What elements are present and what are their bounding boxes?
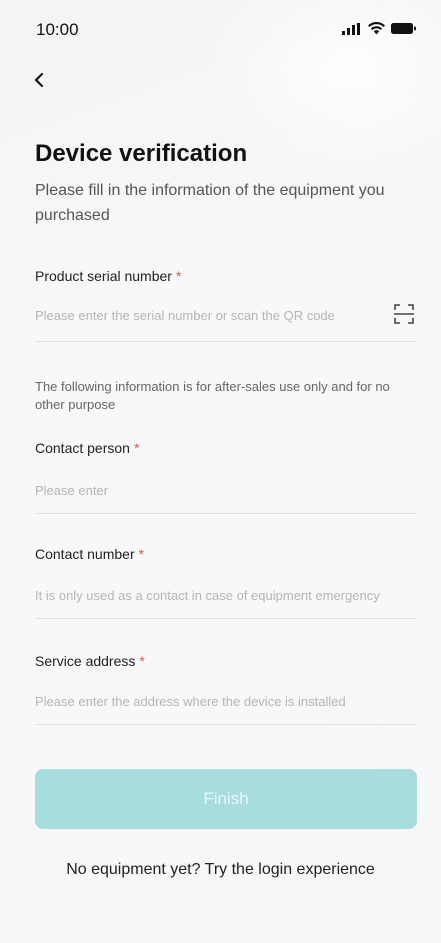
page-subtitle: Please fill in the information of the eq… [35, 182, 385, 224]
service-address-field [35, 686, 417, 725]
required-star: * [139, 653, 145, 669]
required-star: * [175, 268, 182, 284]
serial-label: Product serial number * [35, 268, 181, 284]
contact-number-label: Contact number * [35, 546, 144, 562]
after-sales-note: The following information is for after-s… [35, 379, 390, 412]
signal-icon [342, 22, 360, 35]
contact-number-field [35, 580, 417, 619]
required-star: * [133, 440, 140, 456]
login-experience-link[interactable]: No equipment yet? Try the login experien… [0, 861, 441, 879]
scan-qr-button[interactable] [393, 303, 417, 327]
contact-person-input[interactable] [35, 475, 417, 505]
chevron-left-icon [34, 72, 44, 88]
contact-number-input[interactable] [35, 580, 417, 610]
finish-button[interactable]: Finish [35, 769, 417, 829]
contact-person-label: Contact person * [35, 440, 139, 456]
contact-person-label-text: Contact person [35, 440, 130, 456]
device-verification-screen: 10:00 Device verification Please fill in… [0, 0, 441, 943]
service-address-input[interactable] [35, 686, 417, 716]
serial-label-text: Product serial number [35, 268, 172, 284]
service-address-label-text: Service address [35, 653, 136, 669]
status-time: 10:00 [36, 20, 79, 39]
service-address-label: Service address * [35, 653, 145, 669]
serial-field [35, 300, 417, 342]
serial-input[interactable] [35, 300, 375, 330]
contact-person-field [35, 475, 417, 514]
battery-icon [391, 23, 416, 34]
status-icons [342, 22, 417, 35]
contact-number-label-text: Contact number [35, 546, 135, 562]
required-star: * [138, 546, 145, 562]
wifi-icon [368, 22, 385, 35]
page-title: Device verification [35, 140, 248, 167]
scan-qr-icon [394, 304, 414, 324]
status-bar: 10:00 [0, 0, 441, 58]
back-button[interactable] [30, 68, 54, 92]
